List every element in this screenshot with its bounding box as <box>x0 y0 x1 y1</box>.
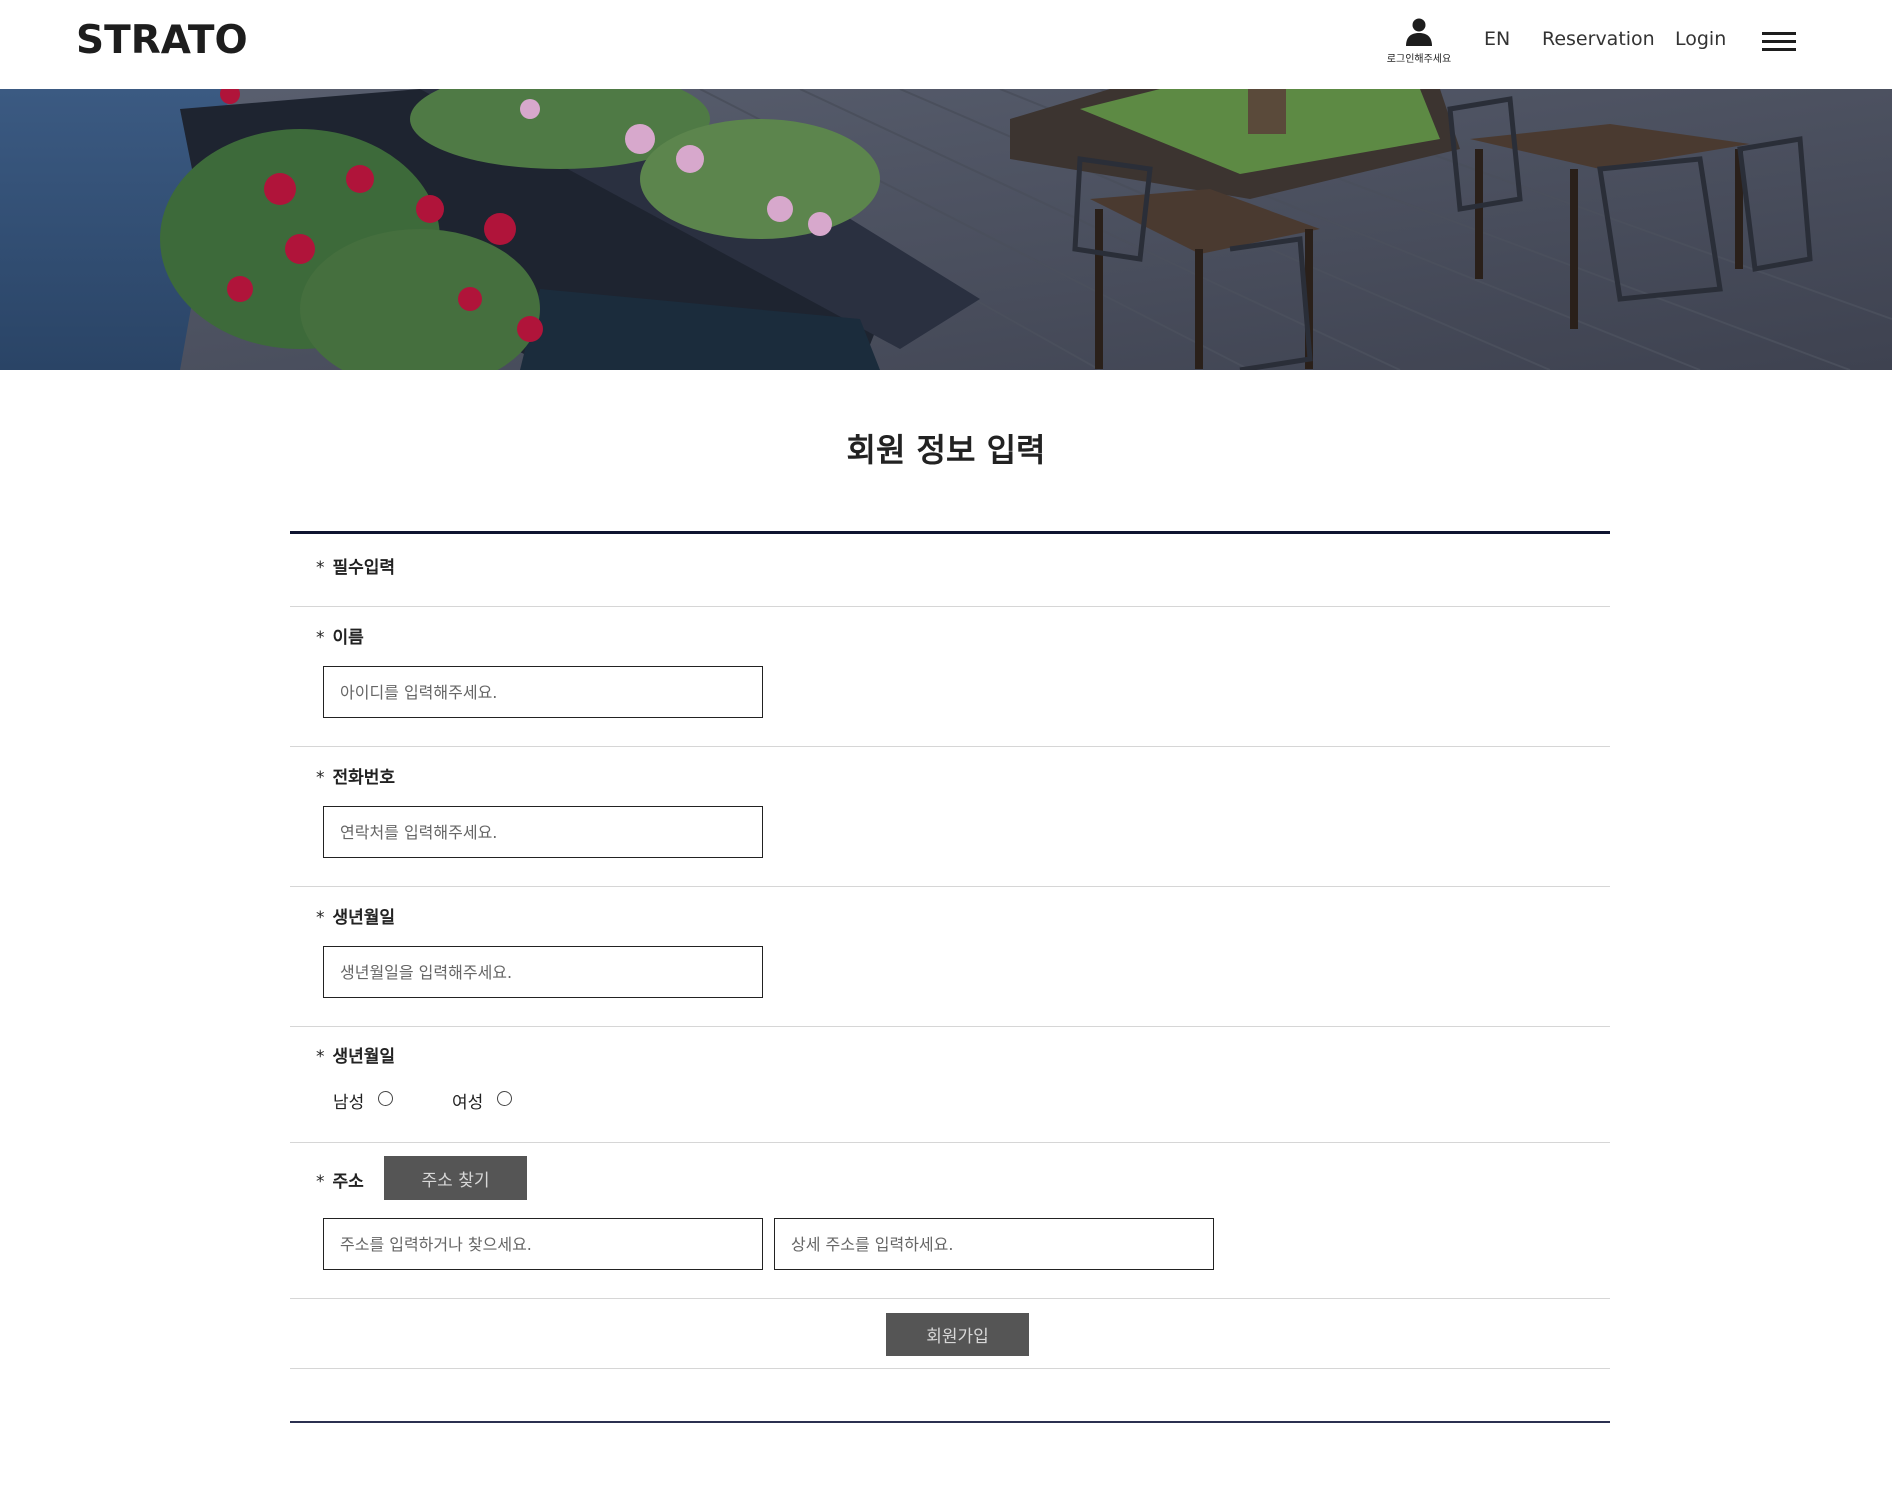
phone-label: * 전화번호 <box>316 768 396 788</box>
required-note-row: * 필수입력 <box>290 534 1610 607</box>
submit-row: 회원가입 <box>290 1299 1610 1369</box>
required-note: * 필수입력 <box>316 558 396 578</box>
name-label: * 이름 <box>316 628 364 648</box>
birthdate-input[interactable] <box>323 946 763 998</box>
nav-language-en[interactable]: EN <box>1484 28 1510 50</box>
site-header: STRATO 로그인해주세요 EN Reservation Login <box>0 0 1892 89</box>
name-row: * 이름 <box>290 607 1610 747</box>
phone-input[interactable] <box>323 806 763 858</box>
female-label: 여성 <box>452 1093 484 1113</box>
name-input[interactable] <box>323 666 763 718</box>
address-label: * 주소 <box>316 1172 364 1192</box>
user-caption: 로그인해주세요 <box>1386 54 1452 65</box>
hero-banner-image <box>0 89 1892 370</box>
nav-reservation[interactable]: Reservation <box>1542 28 1655 50</box>
form-bottom-divider <box>290 1421 1610 1423</box>
user-login-prompt[interactable]: 로그인해주세요 <box>1382 17 1456 69</box>
address-row: * 주소 주소 찾기 <box>290 1143 1610 1299</box>
birthdate-row: * 생년월일 <box>290 887 1610 1027</box>
page-title: 회원 정보 입력 <box>846 431 1046 469</box>
birthdate-label: * 생년월일 <box>316 908 396 928</box>
user-icon <box>1406 18 1432 46</box>
female-radio[interactable] <box>497 1091 512 1106</box>
gender-row: * 생년월일 남성 여성 <box>290 1027 1610 1143</box>
site-logo[interactable]: STRATO <box>76 18 248 63</box>
nav-login[interactable]: Login <box>1675 28 1726 50</box>
address-detail-input[interactable] <box>774 1218 1214 1270</box>
address-search-button[interactable]: 주소 찾기 <box>384 1156 527 1200</box>
address-input[interactable] <box>323 1218 763 1270</box>
phone-row: * 전화번호 <box>290 747 1610 887</box>
menu-icon[interactable] <box>1762 32 1798 54</box>
male-label: 남성 <box>333 1093 365 1113</box>
signup-submit-button[interactable]: 회원가입 <box>886 1313 1029 1356</box>
gender-label: * 생년월일 <box>316 1047 396 1067</box>
signup-form: *필수입력 *이름 *전화번호 *생년월일 *생년월일 남성 여성 *주소 <box>290 531 1610 1369</box>
male-radio[interactable] <box>378 1091 393 1106</box>
